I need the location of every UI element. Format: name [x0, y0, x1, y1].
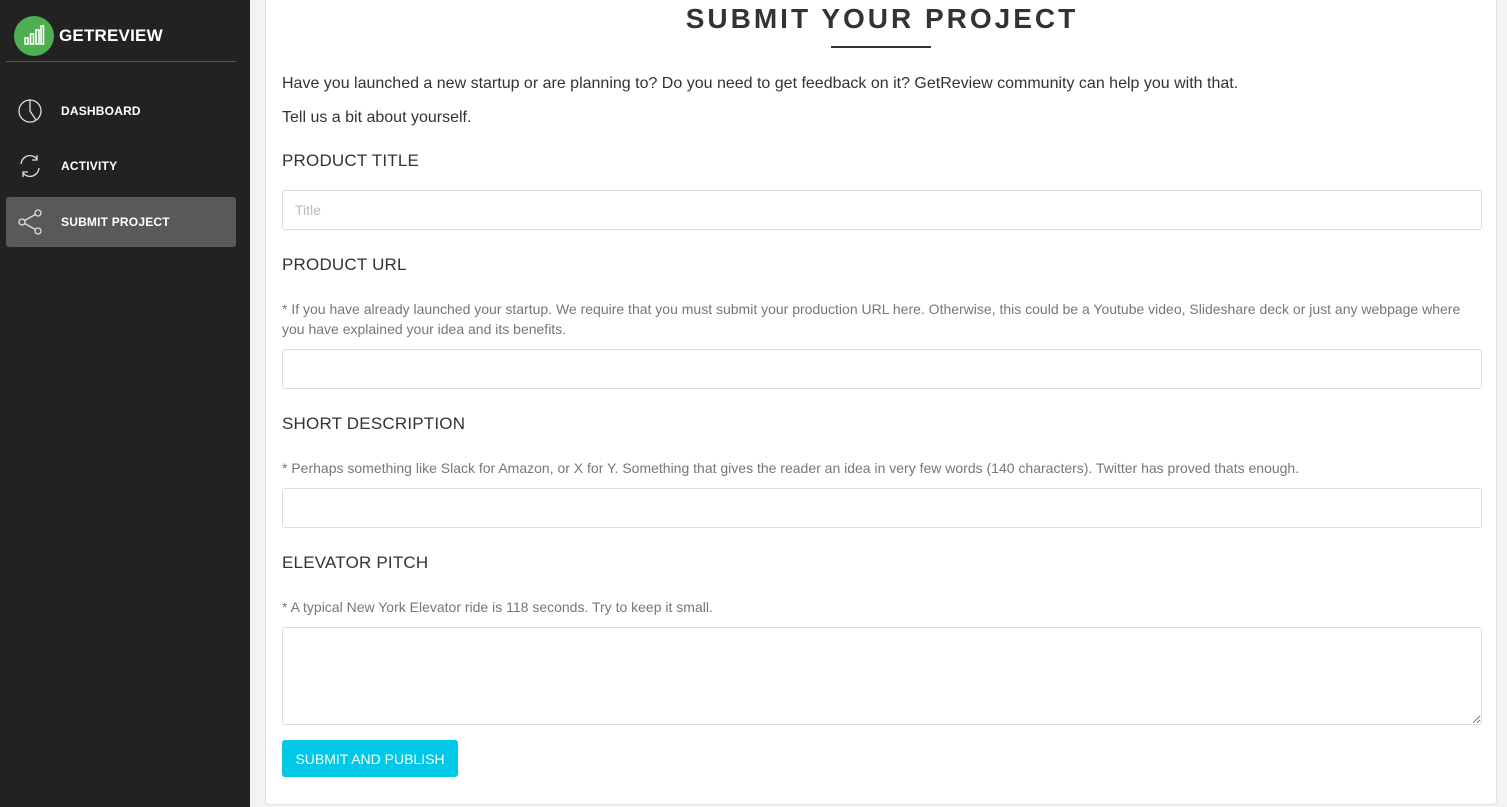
product-url-input[interactable]: [282, 349, 1482, 389]
short-description-help: * Perhaps something like Slack for Amazo…: [282, 460, 1300, 476]
short-description-input[interactable]: [282, 488, 1482, 528]
page-title: SUBMIT YOUR PROJECT: [685, 3, 1079, 34]
short-description-label: SHORT DESCRIPTION: [282, 414, 466, 433]
product-title-input[interactable]: [282, 190, 1482, 230]
sidebar-item-label: ACTIVITY: [61, 159, 118, 173]
brand[interactable]: GETREVIEW: [6, 0, 236, 62]
bar-chart-icon: [14, 16, 54, 56]
sidebar-item-submit-project[interactable]: SUBMIT PROJECT: [6, 197, 236, 247]
brand-name: GETREVIEW: [59, 26, 163, 45]
product-url-label: PRODUCT URL: [282, 255, 407, 274]
intro-text-secondary: Tell us a bit about yourself.: [282, 109, 472, 126]
pie-chart-icon: [18, 99, 42, 123]
sidebar-item-activity[interactable]: ACTIVITY: [6, 141, 236, 191]
intro-text: Have you launched a new startup or are p…: [282, 75, 1239, 92]
submit-and-publish-button[interactable]: SUBMIT AND PUBLISH: [282, 740, 458, 777]
product-title-label: PRODUCT TITLE: [282, 151, 420, 170]
elevator-pitch-label: ELEVATOR PITCH: [282, 553, 429, 572]
sidebar-item-dashboard[interactable]: DASHBOARD: [6, 86, 236, 136]
submit-project-form: SUBMIT YOUR PROJECT Have you launched a …: [265, 0, 1497, 805]
product-url-help: * If you have already launched your star…: [282, 301, 1461, 337]
refresh-icon: [20, 155, 40, 177]
elevator-pitch-help: * A typical New York Elevator ride is 11…: [282, 599, 713, 615]
title-divider: [831, 46, 931, 48]
share-icon: [18, 209, 42, 235]
sidebar-item-label: SUBMIT PROJECT: [61, 215, 170, 229]
sidebar: GETREVIEW DASHBOARD ACTIVITY SUBMIT PROJ…: [0, 0, 250, 807]
elevator-pitch-textarea[interactable]: [282, 627, 1482, 725]
sidebar-item-label: DASHBOARD: [61, 104, 141, 118]
